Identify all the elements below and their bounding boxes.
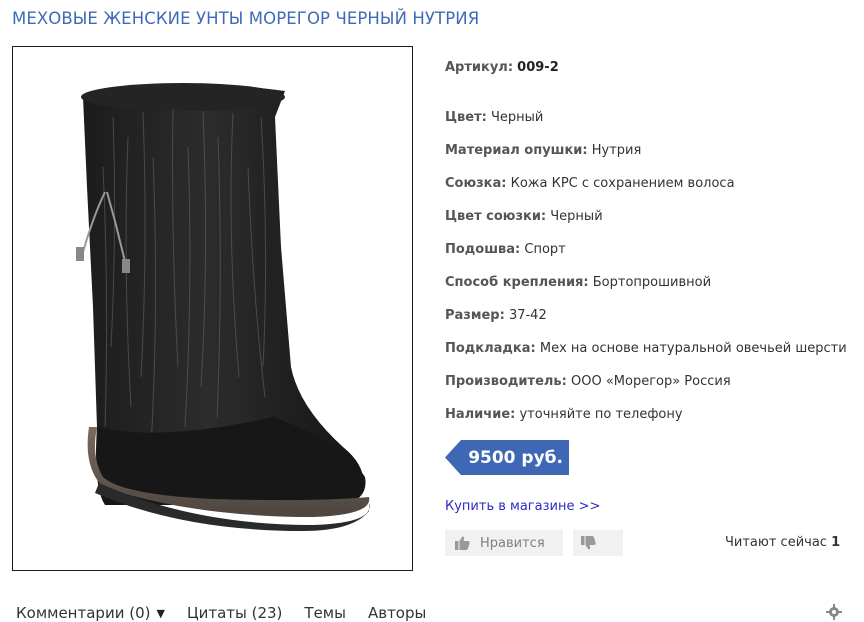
prop-value: ООО «Морегор» Россия <box>570 374 731 389</box>
tab-quotes[interactable]: Цитаты (23) <box>187 604 282 622</box>
reading-now: Читают сейчас 1 <box>725 535 840 550</box>
product-image[interactable] <box>12 46 413 571</box>
tab-comments[interactable]: Комментарии (0) <box>16 604 150 622</box>
prop-label: Союзка: <box>445 176 507 191</box>
prop-color: Цвет: Черный <box>445 110 543 125</box>
bottom-tabs: Комментарии (0) ▼ Цитаты (23) Темы Автор… <box>16 604 448 622</box>
prop-vamp: Союзка: Кожа КРС с сохранением волоса <box>445 176 735 191</box>
chevron-down-icon[interactable]: ▼ <box>156 607 164 620</box>
prop-vamp-color: Цвет союзки: Черный <box>445 209 603 224</box>
prop-value: Черный <box>490 110 544 125</box>
like-label: Нравится <box>480 535 545 551</box>
fur-boot-image <box>76 83 370 531</box>
prop-value: Бортопрошивной <box>592 275 712 290</box>
thumbs-down-icon <box>581 536 596 550</box>
prop-size: Размер: 37-42 <box>445 308 547 323</box>
tab-authors[interactable]: Авторы <box>368 604 426 622</box>
prop-fastening: Способ крепления: Бортопрошивной <box>445 275 711 290</box>
prop-label: Производитель: <box>445 374 567 389</box>
prop-label: Способ крепления: <box>445 275 589 290</box>
tab-topics[interactable]: Темы <box>304 604 346 622</box>
prop-value: 37-42 <box>508 308 547 323</box>
page-title: МЕХОВЫЕ ЖЕНСКИЕ УНТЫ МОРЕГОР ЧЕРНЫЙ НУТР… <box>12 9 480 28</box>
prop-label: Цвет: <box>445 110 487 125</box>
prop-label: Размер: <box>445 308 505 323</box>
prop-label: Наличие: <box>445 407 516 422</box>
prop-lining: Подкладка: Мех на основе натуральной ове… <box>445 341 847 356</box>
dislike-button[interactable] <box>573 530 623 556</box>
prop-article: Артикул: 009-2 <box>445 60 559 75</box>
reading-now-label: Читают сейчас <box>725 535 827 550</box>
prop-value: уточняйте по телефону <box>519 407 683 422</box>
prop-label: Материал опушки: <box>445 143 588 158</box>
prop-label: Подкладка: <box>445 341 536 356</box>
thumbs-up-icon <box>455 536 470 550</box>
prop-value: Спорт <box>524 242 566 257</box>
prop-availability: Наличие: уточняйте по телефону <box>445 407 683 422</box>
price-tag: 9500 руб. <box>445 440 569 475</box>
prop-label: Цвет союзки: <box>445 209 547 224</box>
prop-value: Нутрия <box>591 143 642 158</box>
prop-value: 009-2 <box>517 60 559 75</box>
prop-value: Мех на основе натуральной овечьей шерсти <box>539 341 847 356</box>
buy-in-store-link[interactable]: Купить в магазине >> <box>445 499 600 514</box>
like-button[interactable]: Нравится <box>445 530 563 556</box>
prop-label: Подошва: <box>445 242 521 257</box>
reading-now-count: 1 <box>831 535 841 550</box>
gear-icon[interactable] <box>826 604 842 620</box>
prop-label: Артикул: <box>445 60 514 75</box>
prop-manufacturer: Производитель: ООО «Морегор» Россия <box>445 374 731 389</box>
prop-value: Кожа КРС с сохранением волоса <box>510 176 735 191</box>
prop-sole: Подошва: Спорт <box>445 242 566 257</box>
prop-value: Черный <box>550 209 603 224</box>
prop-trim-material: Материал опушки: Нутрия <box>445 143 641 158</box>
